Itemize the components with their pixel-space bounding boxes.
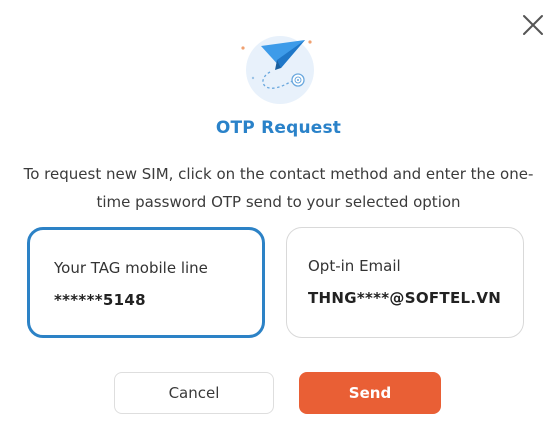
cancel-button[interactable]: Cancel [114,372,274,414]
dialog-description: To request new SIM, click on the contact… [23,165,534,211]
option-email[interactable]: Opt-in Email THNG****@SOFTEL.VN [286,227,524,338]
send-button[interactable]: Send [299,372,441,414]
option-value: ******5148 [54,291,146,309]
otp-request-dialog: OTP Request To request new SIM, click on… [0,0,557,446]
paper-plane-icon [241,36,314,104]
close-button[interactable] [518,10,548,40]
paper-plane-illustration [237,34,319,104]
option-mobile-line[interactable]: Your TAG mobile line ******5148 [27,227,265,338]
option-label: Your TAG mobile line [54,259,208,277]
option-value: THNG****@SOFTEL.VN [308,289,502,307]
dialog-title: OTP Request [215,118,342,138]
close-icon [523,15,543,35]
option-label: Opt-in Email [308,257,401,275]
